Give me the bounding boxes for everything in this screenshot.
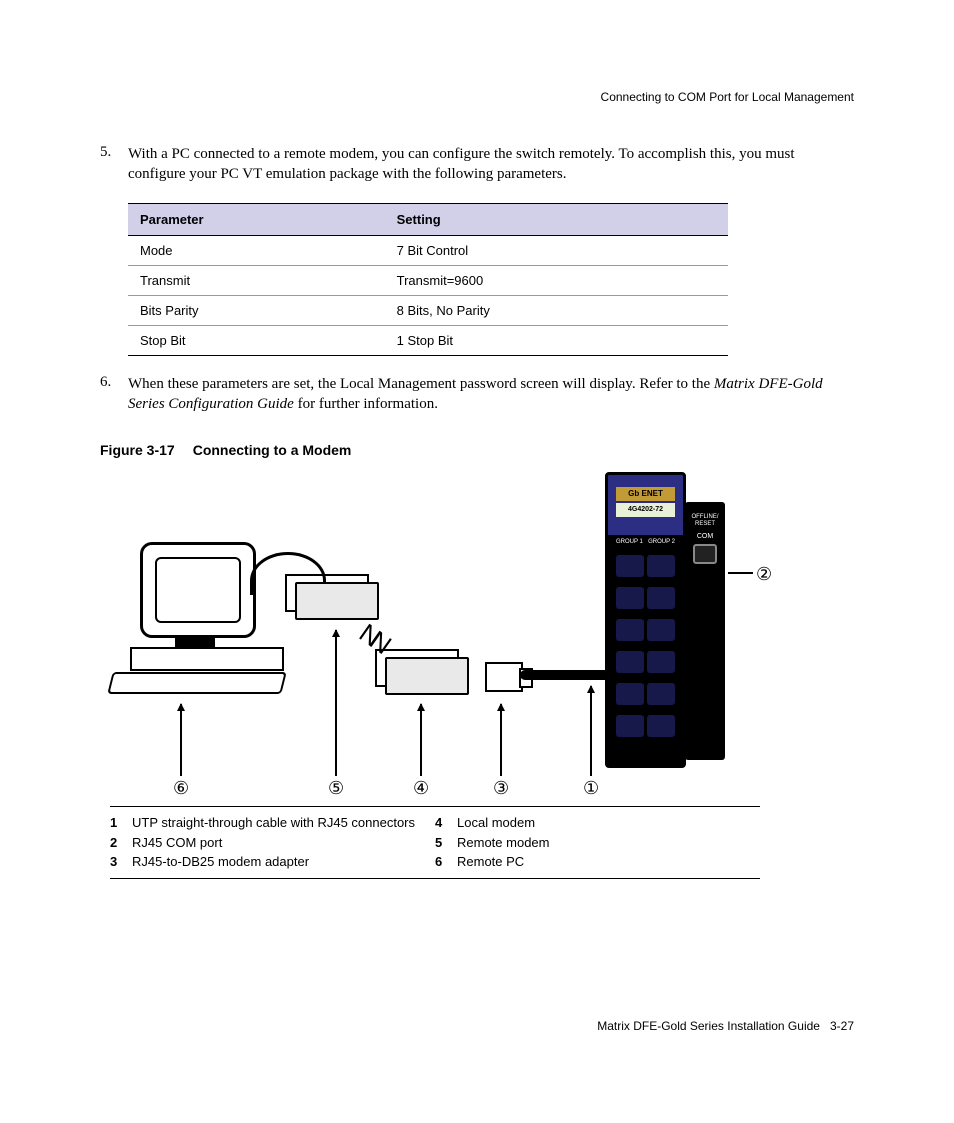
step-6-number: 6. bbox=[100, 374, 128, 415]
figure-title: Connecting to a Modem bbox=[193, 442, 352, 458]
legend-num: 5 bbox=[435, 833, 457, 853]
cell-setting: 7 Bit Control bbox=[385, 235, 728, 265]
callout-4: ④ bbox=[413, 778, 429, 799]
callout-3: ③ bbox=[493, 778, 509, 799]
callout-arrow-icon bbox=[335, 630, 337, 776]
step-5-text: With a PC connected to a remote modem, y… bbox=[128, 144, 854, 185]
callout-arrow-icon bbox=[590, 686, 592, 776]
pc-keyboard-icon bbox=[107, 672, 286, 694]
pc-stand-icon bbox=[175, 635, 215, 647]
switch-port-icon bbox=[647, 715, 675, 737]
legend-num: 6 bbox=[435, 852, 457, 872]
callout-arrow-icon bbox=[180, 704, 182, 776]
step-6: 6. When these parameters are set, the Lo… bbox=[100, 374, 854, 415]
footer-page: 3-27 bbox=[830, 1019, 854, 1033]
th-parameter: Parameter bbox=[128, 203, 385, 235]
legend-row: 6 Remote PC bbox=[435, 852, 760, 872]
cell-setting: 8 Bits, No Parity bbox=[385, 295, 728, 325]
switch-port-icon bbox=[616, 651, 644, 673]
legend-row: 2 RJ45 COM port bbox=[110, 833, 435, 853]
com-port-icon bbox=[693, 544, 717, 564]
table-row: Mode 7 Bit Control bbox=[128, 235, 728, 265]
legend-text: Remote PC bbox=[457, 852, 524, 872]
step-6-text-b: for further information. bbox=[294, 396, 438, 412]
th-setting: Setting bbox=[385, 203, 728, 235]
cell-setting: Transmit=9600 bbox=[385, 265, 728, 295]
legend-row: 1 UTP straight-through cable with RJ45 c… bbox=[110, 813, 435, 833]
switch-port-icon bbox=[616, 555, 644, 577]
local-modem-icon bbox=[385, 657, 469, 695]
switch-module-icon: Gb ENET 4G4202-72 GROUP 1 GROUP 2 bbox=[605, 472, 686, 768]
callout-1: ① bbox=[583, 778, 599, 799]
table-row: Bits Parity 8 Bits, No Parity bbox=[128, 295, 728, 325]
side-module-icon: OFFLINE/ RESET COM bbox=[685, 502, 725, 760]
callout-leader-icon bbox=[728, 572, 753, 574]
offline-reset-label: OFFLINE/ RESET bbox=[685, 514, 725, 527]
switch-port-icon bbox=[616, 619, 644, 641]
switch-label-gbenet: Gb ENET bbox=[616, 487, 675, 501]
switch-port-icon bbox=[647, 683, 675, 705]
callout-2: ② bbox=[756, 564, 772, 585]
rj45-db25-adapter-icon bbox=[485, 662, 523, 692]
legend-text: RJ45 COM port bbox=[132, 833, 222, 853]
legend-row: 4 Local modem bbox=[435, 813, 760, 833]
legend-num: 3 bbox=[110, 852, 132, 872]
figure-legend: 1 UTP straight-through cable with RJ45 c… bbox=[110, 806, 760, 879]
callout-arrow-icon bbox=[500, 704, 502, 776]
step-5: 5. With a PC connected to a remote modem… bbox=[100, 144, 854, 185]
remote-modem-icon bbox=[295, 582, 379, 620]
parameter-table: Parameter Setting Mode 7 Bit Control Tra… bbox=[128, 203, 728, 356]
running-head: Connecting to COM Port for Local Managem… bbox=[100, 90, 854, 104]
callout-6: ⑥ bbox=[173, 778, 189, 799]
switch-group1-label: GROUP 1 bbox=[616, 539, 643, 545]
cell-param: Bits Parity bbox=[128, 295, 385, 325]
cell-param: Mode bbox=[128, 235, 385, 265]
switch-port-icon bbox=[616, 587, 644, 609]
switch-group2-label: GROUP 2 bbox=[648, 539, 675, 545]
cell-setting: 1 Stop Bit bbox=[385, 325, 728, 355]
legend-text: Local modem bbox=[457, 813, 535, 833]
switch-port-icon bbox=[647, 555, 675, 577]
step-6-text: When these parameters are set, the Local… bbox=[128, 374, 854, 415]
legend-num: 1 bbox=[110, 813, 132, 833]
callout-5: ⑤ bbox=[328, 778, 344, 799]
switch-port-icon bbox=[616, 683, 644, 705]
pc-base-icon bbox=[130, 647, 284, 671]
callout-arrow-icon bbox=[420, 704, 422, 776]
figure-number: Figure 3-17 bbox=[100, 442, 175, 458]
legend-row: 3 RJ45-to-DB25 modem adapter bbox=[110, 852, 435, 872]
page-footer: Matrix DFE-Gold Series Installation Guid… bbox=[597, 1019, 854, 1033]
legend-text: UTP straight-through cable with RJ45 con… bbox=[132, 813, 415, 833]
figure-caption: Figure 3-17 Connecting to a Modem bbox=[100, 442, 854, 458]
table-row: Transmit Transmit=9600 bbox=[128, 265, 728, 295]
com-label: COM bbox=[685, 533, 725, 540]
switch-port-icon bbox=[647, 651, 675, 673]
table-row: Stop Bit 1 Stop Bit bbox=[128, 325, 728, 355]
cell-param: Transmit bbox=[128, 265, 385, 295]
switch-label-model: 4G4202-72 bbox=[616, 503, 675, 517]
legend-row: 5 Remote modem bbox=[435, 833, 760, 853]
switch-port-icon bbox=[616, 715, 644, 737]
pc-monitor-icon bbox=[140, 542, 256, 638]
legend-num: 4 bbox=[435, 813, 457, 833]
switch-port-icon bbox=[647, 619, 675, 641]
step-6-text-a: When these parameters are set, the Local… bbox=[128, 376, 714, 392]
legend-num: 2 bbox=[110, 833, 132, 853]
legend-text: RJ45-to-DB25 modem adapter bbox=[132, 852, 309, 872]
figure-3-17: NN Gb ENET 4G4202-72 GROUP 1 GROUP 2 bbox=[110, 472, 770, 802]
switch-port-icon bbox=[647, 587, 675, 609]
cell-param: Stop Bit bbox=[128, 325, 385, 355]
footer-title: Matrix DFE-Gold Series Installation Guid… bbox=[597, 1019, 820, 1033]
step-5-number: 5. bbox=[100, 144, 128, 185]
legend-text: Remote modem bbox=[457, 833, 549, 853]
phone-line-icon: NN bbox=[353, 617, 392, 657]
